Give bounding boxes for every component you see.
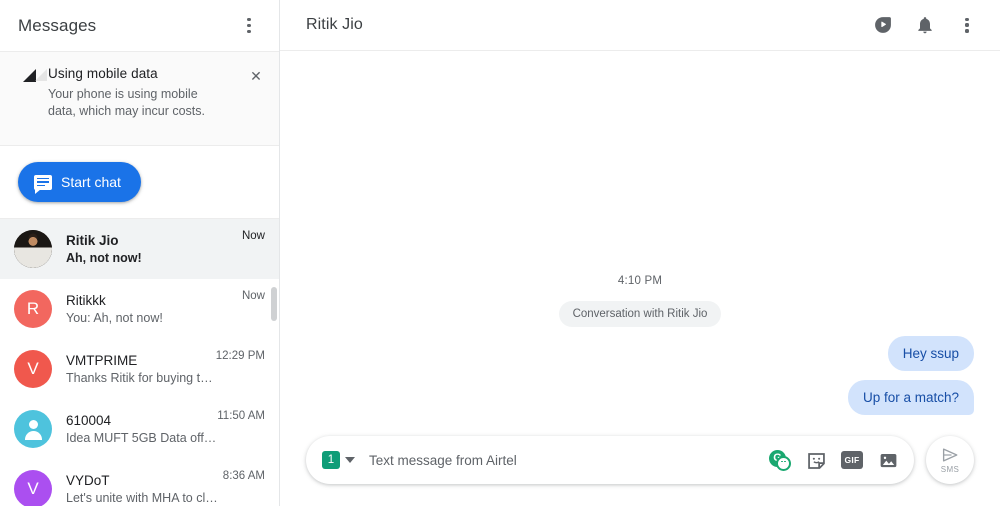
emoji-button[interactable]: G: [768, 448, 792, 472]
sidebar-scrollbar[interactable]: [271, 287, 277, 321]
conversation-name: 610004: [66, 413, 112, 428]
conversation-snippet: Let's unite with MHA to cl…: [66, 491, 218, 505]
sidebar-overflow-menu-button[interactable]: [233, 10, 265, 42]
image-attach-icon: [880, 453, 896, 467]
conversation-snippet: You: Ah, not now!: [66, 311, 163, 325]
avatar: V: [14, 470, 52, 506]
conversation-body: 610004 Idea MUFT 5GB Data off…: [52, 413, 217, 445]
conversation-body: VYDoT Let's unite with MHA to cl…: [52, 473, 223, 505]
send-icon: [942, 448, 958, 462]
sim-badge: 1: [322, 451, 340, 469]
conversation-list: Ritik Jio Ah, not now! Now R Ritikkk You…: [0, 219, 279, 506]
chevron-down-icon: [345, 457, 355, 463]
conversation-item-ritik-jio[interactable]: Ritik Jio Ah, not now! Now: [0, 219, 279, 279]
thread-timestamp: 4:10 PM: [617, 275, 663, 287]
conversation-time: 11:50 AM: [217, 410, 265, 422]
composer-actions: G GIF: [768, 448, 900, 472]
gif-icon: GIF: [841, 451, 863, 469]
conversation-body: VMTPRIME Thanks Ritik for buying t…: [52, 353, 216, 385]
video-call-icon: [875, 17, 891, 33]
conversation-item-vydot[interactable]: V VYDoT Let's unite with MHA to cl… 8:36…: [0, 459, 279, 506]
message-row-outgoing: Hey ssup: [306, 336, 974, 371]
conversation-snippet: Ah, not now!: [66, 251, 142, 265]
start-chat-button[interactable]: Start chat: [18, 162, 141, 202]
avatar: V: [14, 350, 52, 388]
avatar: R: [14, 290, 52, 328]
chat-title: Ritik Jio: [306, 16, 363, 33]
person-icon: [22, 418, 44, 440]
video-call-button[interactable]: [866, 8, 900, 42]
avatar: [14, 410, 52, 448]
avatar: [14, 230, 52, 268]
conversation-snippet: Idea MUFT 5GB Data off…: [66, 431, 217, 445]
chat-overflow-menu-button[interactable]: [950, 8, 984, 42]
conversation-time: Now: [241, 230, 265, 242]
banner-text: Your phone is using mobile data, which m…: [48, 87, 206, 118]
message-thread: 4:10 PM Conversation with Ritik Jio Hey …: [280, 51, 1000, 436]
conversation-time: 12:29 PM: [215, 350, 265, 362]
system-message-row: Conversation with Ritik Jio: [306, 301, 974, 327]
start-chat-label: Start chat: [61, 174, 121, 190]
chat-header-actions: [866, 8, 984, 42]
notifications-button[interactable]: [908, 8, 942, 42]
conversation-body: Ritik Jio Ah, not now!: [52, 233, 242, 265]
close-icon[interactable]: ✕: [245, 65, 267, 87]
avatar-initial: V: [27, 359, 39, 378]
conversation-item-vmtprime[interactable]: V VMTPRIME Thanks Ritik for buying t… 12…: [0, 339, 279, 399]
sidebar: Messages Using mobile data Your phone is…: [0, 0, 280, 506]
emoji-icon: G: [769, 449, 791, 471]
conversation-time: Now: [241, 290, 265, 302]
chat-pane: Ritik Jio 4:10 PM Conversation with Riti…: [280, 0, 1000, 506]
app-title: Messages: [18, 15, 97, 35]
send-button[interactable]: SMS: [926, 436, 974, 484]
conversation-name: VYDoT: [66, 473, 110, 488]
banner-title: Using mobile data: [48, 66, 158, 81]
sticker-button[interactable]: [804, 448, 828, 472]
mobile-data-banner: Using mobile data Your phone is using mo…: [0, 51, 279, 146]
message-input[interactable]: [363, 452, 768, 468]
message-row-outgoing: Up for a match?: [306, 380, 974, 415]
gif-button[interactable]: GIF: [840, 448, 864, 472]
conversation-time: 8:36 AM: [222, 470, 265, 482]
conversation-name: VMTPRIME: [66, 353, 138, 368]
message-bubble[interactable]: Hey ssup: [887, 336, 974, 371]
signal-bar-icon: [14, 66, 47, 129]
message-composer: 1 G: [306, 436, 914, 484]
notifications-bell-icon: [918, 17, 932, 34]
conversation-start-pill: Conversation with Ritik Jio: [558, 301, 722, 327]
conversation-body: Ritikkk You: Ah, not now!: [52, 293, 242, 325]
conversation-name: Ritik Jio: [66, 233, 119, 248]
composer-area: 1 G: [280, 436, 1000, 506]
chat-bubble-icon: [34, 174, 52, 194]
conversation-name: Ritikkk: [66, 293, 106, 308]
messages-app: Messages Using mobile data Your phone is…: [0, 0, 1000, 506]
banner-body: Using mobile data Your phone is using mo…: [44, 66, 267, 129]
more-vert-icon: [247, 18, 251, 33]
start-chat-container: Start chat: [0, 146, 279, 219]
sticker-icon: [807, 452, 825, 469]
conversation-snippet: Thanks Ritik for buying t…: [66, 371, 213, 385]
more-vert-icon: [965, 17, 969, 33]
chat-header: Ritik Jio: [280, 0, 1000, 51]
avatar-initial: R: [26, 299, 40, 318]
image-attach-button[interactable]: [876, 448, 900, 472]
message-bubble[interactable]: Up for a match?: [847, 380, 974, 415]
sim-selector[interactable]: 1: [322, 451, 355, 469]
conversation-item-610004[interactable]: 610004 Idea MUFT 5GB Data off… 11:50 AM: [0, 399, 279, 459]
send-button-label: SMS: [940, 465, 960, 474]
avatar-initial: V: [27, 479, 39, 498]
sidebar-header: Messages: [0, 0, 279, 51]
conversation-item-ritikkk[interactable]: R Ritikkk You: Ah, not now! Now: [0, 279, 279, 339]
